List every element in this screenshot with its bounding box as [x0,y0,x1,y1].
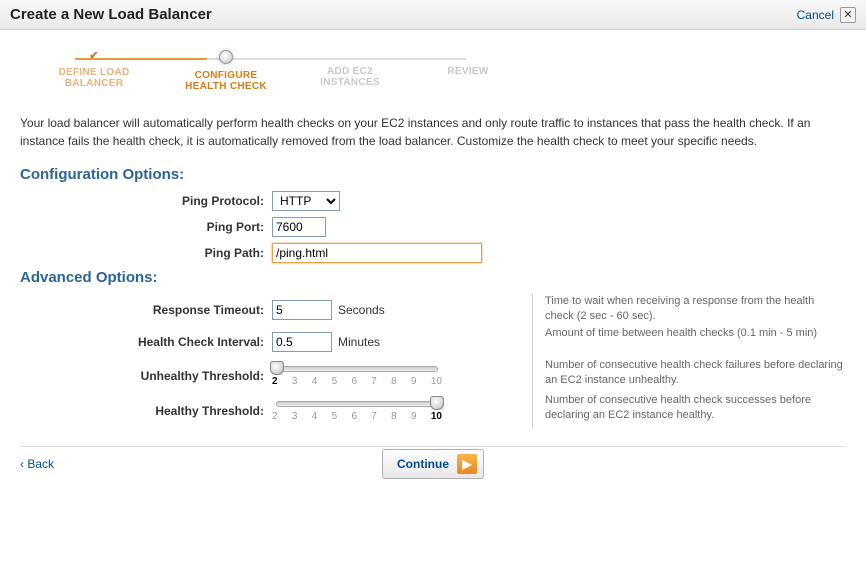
continue-button-label: Continue [397,457,449,471]
config-options-heading: Configuration Options: [20,166,846,183]
step-current-marker-icon [219,50,233,64]
slider-tick: 10 [431,376,442,387]
healthy-threshold-help: Number of consecutive health check succe… [532,393,846,428]
slider-tick: 9 [411,411,417,422]
advanced-options-heading: Advanced Options: [20,269,846,286]
unhealthy-threshold-label: Unhealthy Threshold: [20,369,272,383]
slider-tick: 3 [292,411,298,422]
health-interval-input[interactable] [272,332,332,352]
wizard-step-define[interactable]: DEFINE LOAD BALANCER [34,52,154,89]
ping-protocol-label: Ping Protocol: [20,194,272,208]
slider-tick: 4 [312,376,318,387]
slider-tick: 2 [272,376,278,387]
slider-tick: 5 [332,411,338,422]
arrow-right-icon: ▶ [457,454,477,474]
slider-tick: 7 [371,376,377,387]
wizard-steps: DEFINE LOAD BALANCER CONFIGURE HEALTH CH… [20,44,846,96]
ping-port-label: Ping Port: [20,220,272,234]
cancel-link[interactable]: Cancel [797,8,834,22]
slider-tick: 2 [272,411,278,422]
response-timeout-unit: Seconds [338,303,385,317]
wizard-step-add-ec2[interactable]: ADD EC2 INSTANCES [290,66,410,88]
health-interval-unit: Minutes [338,335,380,349]
slider-tick: 5 [332,376,338,387]
health-interval-label: Health Check Interval: [20,335,272,349]
back-link[interactable]: ‹ Back [20,457,54,471]
ping-path-input[interactable] [272,243,482,263]
slider-tick: 6 [351,411,357,422]
ping-port-input[interactable] [272,217,326,237]
healthy-threshold-label: Healthy Threshold: [20,404,272,418]
slider-tick: 4 [312,411,318,422]
row-ping-protocol: Ping Protocol: HTTPHTTPSTCPSSL [20,191,846,211]
health-interval-help: Amount of time between health checks (0.… [532,326,846,358]
dialog-title: Create a New Load Balancer [10,6,212,23]
slider-tick: 10 [431,411,442,422]
continue-button[interactable]: Continue ▶ [382,449,484,479]
ping-protocol-select[interactable]: HTTPHTTPSTCPSSL [272,191,340,211]
row-healthy-threshold: Healthy Threshold: 2 3 4 5 6 7 8 9 10 [20,399,520,422]
close-icon[interactable]: ✕ [840,7,856,23]
description-text: Your load balancer will automatically pe… [20,114,846,150]
slider-tick: 8 [391,376,397,387]
response-timeout-label: Response Timeout: [20,303,272,317]
row-ping-port: Ping Port: [20,217,846,237]
slider-tick: 6 [351,376,357,387]
ping-path-label: Ping Path: [20,246,272,260]
row-response-timeout: Response Timeout: Seconds [20,300,520,320]
slider-tick: 7 [371,411,377,422]
healthy-threshold-slider[interactable]: 2 3 4 5 6 7 8 9 10 [272,399,442,422]
row-ping-path: Ping Path: [20,243,846,263]
wizard-step-review[interactable]: REVIEW [408,66,528,77]
response-timeout-input[interactable] [272,300,332,320]
row-health-interval: Health Check Interval: Minutes [20,332,520,352]
dialog-footer: ‹ Back Continue ▶ [20,446,846,471]
dialog-header: Create a New Load Balancer Cancel ✕ [0,0,866,30]
check-icon [88,49,100,61]
row-unhealthy-threshold: Unhealthy Threshold: 2 3 4 5 6 7 8 9 10 [20,364,520,387]
wizard-step-health-check[interactable]: CONFIGURE HEALTH CHECK [166,52,286,92]
response-timeout-help: Time to wait when receiving a response f… [532,294,846,326]
slider-tick: 3 [292,376,298,387]
dialog-body: DEFINE LOAD BALANCER CONFIGURE HEALTH CH… [0,30,866,481]
slider-tick: 9 [411,376,417,387]
unhealthy-threshold-slider[interactable]: 2 3 4 5 6 7 8 9 10 [272,364,442,387]
slider-tick: 8 [391,411,397,422]
unhealthy-threshold-help: Number of consecutive health check failu… [532,358,846,393]
